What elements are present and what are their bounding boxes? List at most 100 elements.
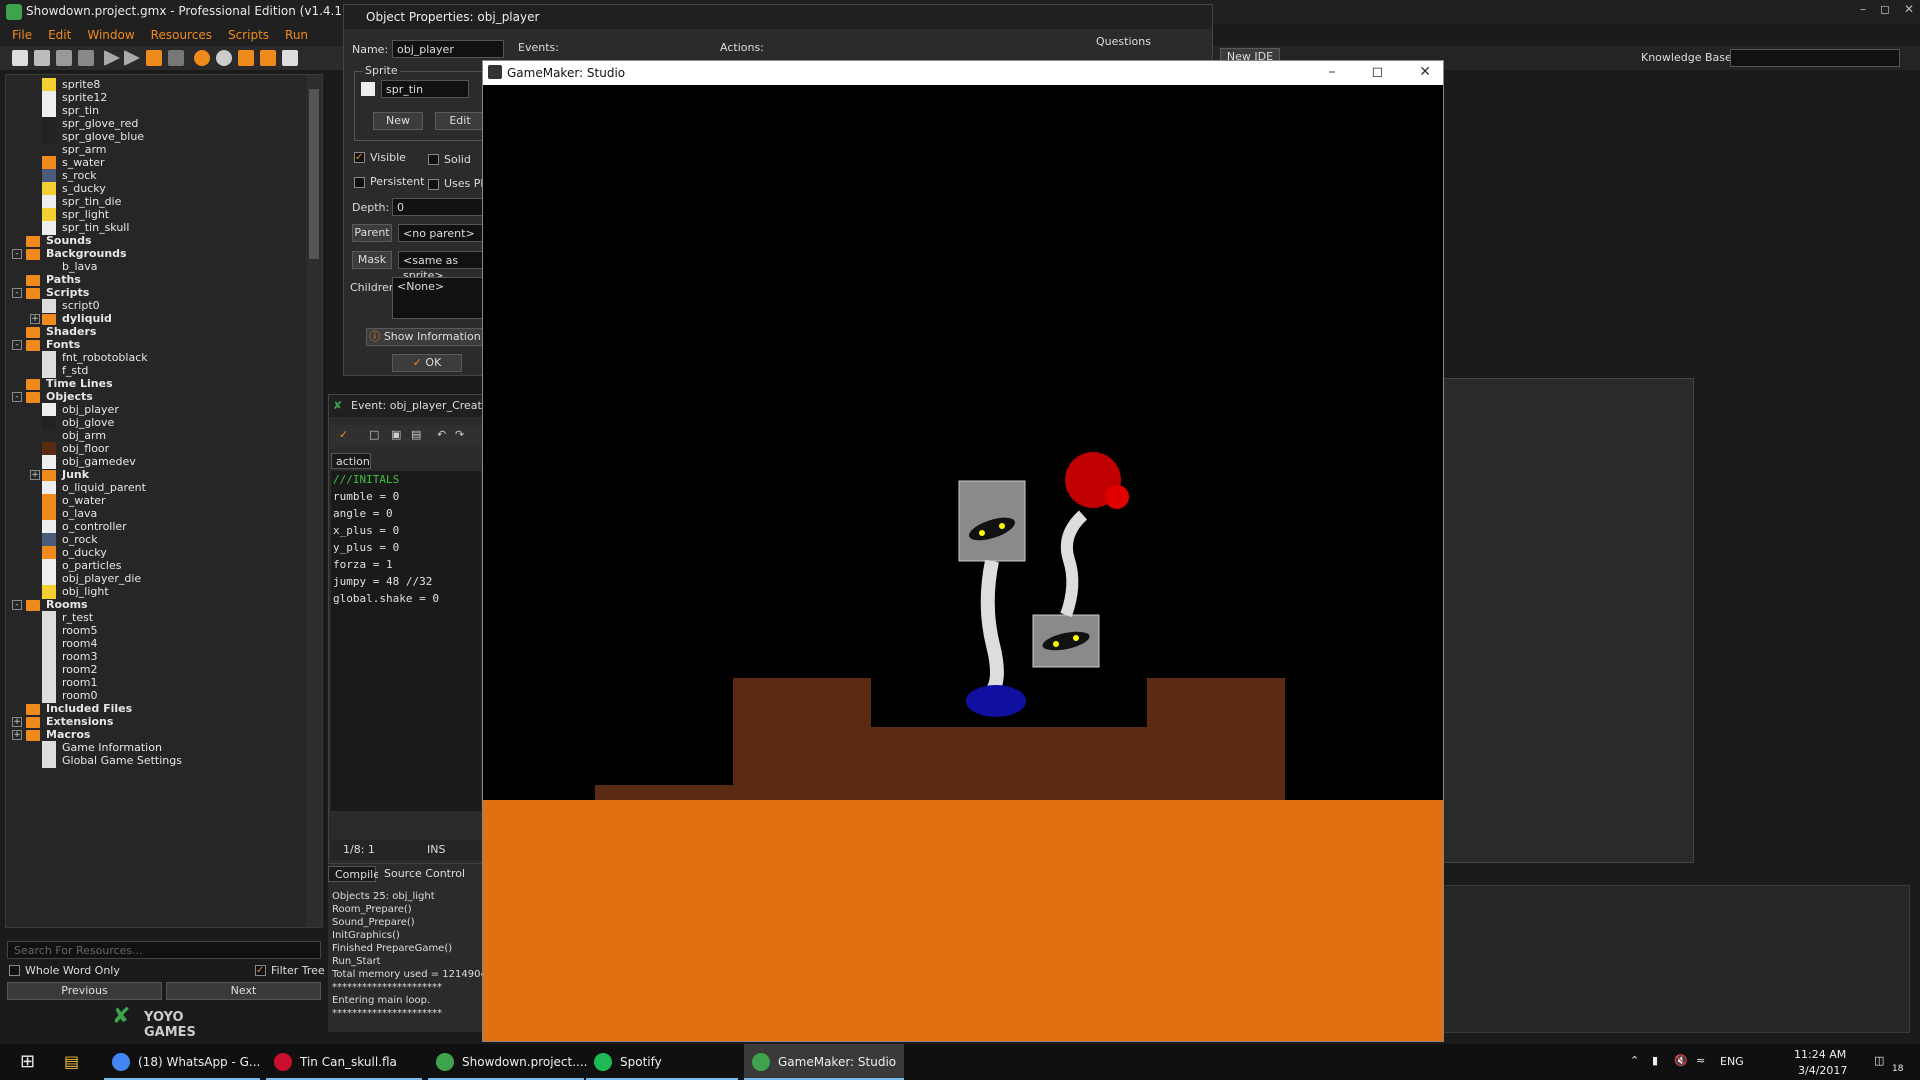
app-icon xyxy=(752,1053,770,1071)
open-file-icon[interactable]: □ xyxy=(369,428,379,441)
taskbar-app-label: Spotify xyxy=(620,1055,662,1069)
filter-tree-checkbox[interactable]: ✓ xyxy=(255,965,266,976)
visible-checkbox[interactable]: ✓ xyxy=(354,152,365,163)
script-resource-icon xyxy=(42,299,56,313)
start-button[interactable]: ⊞ xyxy=(8,1044,48,1080)
game-canvas[interactable] xyxy=(483,85,1443,1041)
notification-icon[interactable]: ◫ xyxy=(1874,1054,1884,1067)
ok-button[interactable]: ✓ OK xyxy=(392,354,462,372)
create-path-icon[interactable] xyxy=(260,50,276,66)
save-icon[interactable] xyxy=(56,50,72,66)
mask-select[interactable]: <same as sprite> xyxy=(398,251,484,282)
tree-scrollbar-thumb[interactable] xyxy=(309,89,319,259)
resource-search-input[interactable]: Search For Resources... xyxy=(7,941,321,959)
whole-word-checkbox[interactable] xyxy=(9,965,20,976)
collapse-icon[interactable]: - xyxy=(12,249,22,259)
menu-scripts[interactable]: Scripts xyxy=(216,24,273,42)
create-background-icon[interactable] xyxy=(238,50,254,66)
run-icon[interactable] xyxy=(104,50,120,66)
taskbar-app[interactable]: Showdown.project.... xyxy=(428,1044,587,1080)
stop-icon[interactable] xyxy=(146,50,162,66)
game-minimize-icon[interactable]: – xyxy=(1329,64,1336,80)
code-editor[interactable]: ///INITALS rumble = 0 angle = 0 x_plus = 0 y… xyxy=(331,471,481,811)
expand-icon[interactable]: + xyxy=(12,730,22,740)
solid-checkbox[interactable] xyxy=(428,154,439,165)
game-title-bar: GameMaker: Studio – ◻ ✕ xyxy=(483,61,1443,85)
menu-run[interactable]: Run xyxy=(273,24,312,42)
redo-icon[interactable]: ↷ xyxy=(455,428,464,441)
language-indicator[interactable]: ENG xyxy=(1720,1055,1744,1068)
save-file-icon[interactable]: ▣ xyxy=(391,428,401,441)
white-resource-icon xyxy=(42,520,56,534)
collapse-icon[interactable]: - xyxy=(12,340,22,350)
depth-input[interactable]: 0 xyxy=(392,198,484,216)
dot-resource-icon xyxy=(42,416,56,430)
expand-icon[interactable]: + xyxy=(12,717,22,727)
wifi-icon[interactable]: ≈ xyxy=(1696,1054,1705,1067)
previous-button[interactable]: Previous xyxy=(7,982,162,1000)
print-icon[interactable]: ▤ xyxy=(411,428,421,441)
create-sprite-icon[interactable] xyxy=(194,50,210,66)
create-script-icon[interactable] xyxy=(282,50,298,66)
expand-icon[interactable]: + xyxy=(30,314,40,324)
sprite-select[interactable]: spr_tin xyxy=(381,80,469,98)
collapse-icon[interactable]: - xyxy=(12,600,22,610)
uses-physics-checkbox[interactable] xyxy=(428,179,439,190)
menu-edit[interactable]: Edit xyxy=(36,24,75,42)
taskbar-app[interactable]: (18) WhatsApp - G... xyxy=(104,1044,260,1080)
show-information-button[interactable]: ⓘ Show Information xyxy=(366,328,484,346)
next-button[interactable]: Next xyxy=(166,982,321,1000)
taskbar-app[interactable]: Tin Can_skull.fla xyxy=(266,1044,422,1080)
tab-compile[interactable]: Compile xyxy=(328,866,380,882)
yoyo-brand-text: YOYO GAMES xyxy=(144,1010,196,1040)
clock-time[interactable]: 11:24 AM xyxy=(1794,1048,1846,1061)
taskbar-app[interactable]: GameMaker: Studio xyxy=(744,1044,904,1080)
tab-source-control-label: Source Control xyxy=(384,867,466,880)
tab-source-control[interactable]: Source Control xyxy=(378,866,468,882)
maximize-icon[interactable]: ◻ xyxy=(1880,2,1890,16)
parent-button[interactable]: Parent xyxy=(352,224,392,242)
battery-icon[interactable]: ▮ xyxy=(1652,1054,1658,1067)
game-close-icon[interactable]: ✕ xyxy=(1419,64,1431,80)
open-project-icon[interactable] xyxy=(34,50,50,66)
new-project-icon[interactable] xyxy=(12,50,28,66)
file-explorer-button[interactable]: ▤ xyxy=(60,1044,90,1080)
game-maximize-icon[interactable]: ◻ xyxy=(1372,64,1384,80)
minimize-icon[interactable]: – xyxy=(1860,2,1866,16)
create-sound-icon[interactable] xyxy=(216,50,232,66)
clean-icon[interactable] xyxy=(168,50,184,66)
chevron-up-icon[interactable]: ⌃ xyxy=(1630,1054,1639,1067)
parent-select[interactable]: <no parent> xyxy=(398,224,484,242)
volume-muted-icon[interactable]: 🔇 xyxy=(1674,1054,1688,1067)
undo-icon[interactable]: ↶ xyxy=(437,428,446,441)
export-icon[interactable] xyxy=(78,50,94,66)
persistent-checkbox[interactable] xyxy=(354,177,365,188)
menu-window[interactable]: Window xyxy=(75,24,138,42)
collapse-icon[interactable]: - xyxy=(12,392,22,402)
expand-icon[interactable]: + xyxy=(30,470,40,480)
tab-action[interactable]: action xyxy=(331,453,371,469)
tree-scrollbar[interactable] xyxy=(306,75,322,927)
edit-sprite-button[interactable]: Edit xyxy=(435,112,485,130)
menu-resources[interactable]: Resources xyxy=(139,24,216,42)
knowledge-base-input[interactable] xyxy=(1730,49,1900,67)
apply-check-icon[interactable]: ✓ xyxy=(339,428,348,441)
taskbar-app[interactable]: Spotify xyxy=(586,1044,738,1080)
folder-icon xyxy=(26,600,40,611)
collapse-icon[interactable]: - xyxy=(12,288,22,298)
compile-line: ********************** xyxy=(332,1008,442,1019)
children-list[interactable]: <None> xyxy=(392,277,484,319)
notification-count: 18 xyxy=(1892,1064,1904,1074)
debug-icon[interactable] xyxy=(124,50,140,66)
menu-file[interactable]: File xyxy=(0,24,36,42)
close-icon[interactable]: ✕ xyxy=(1904,2,1914,16)
font-resource-icon xyxy=(42,351,56,365)
name-input[interactable]: obj_player xyxy=(392,40,504,58)
white-resource-icon xyxy=(42,481,56,495)
event-toolbar: ✓ □ ▣ ▤ ↶ ↷ xyxy=(331,425,481,447)
new-sprite-button[interactable]: New xyxy=(373,112,423,130)
mask-button[interactable]: Mask xyxy=(352,251,392,269)
taskbar-app-label: GameMaker: Studio xyxy=(778,1055,897,1069)
ide-toolbar xyxy=(0,46,350,70)
clock-date[interactable]: 3/4/2017 xyxy=(1798,1064,1847,1077)
